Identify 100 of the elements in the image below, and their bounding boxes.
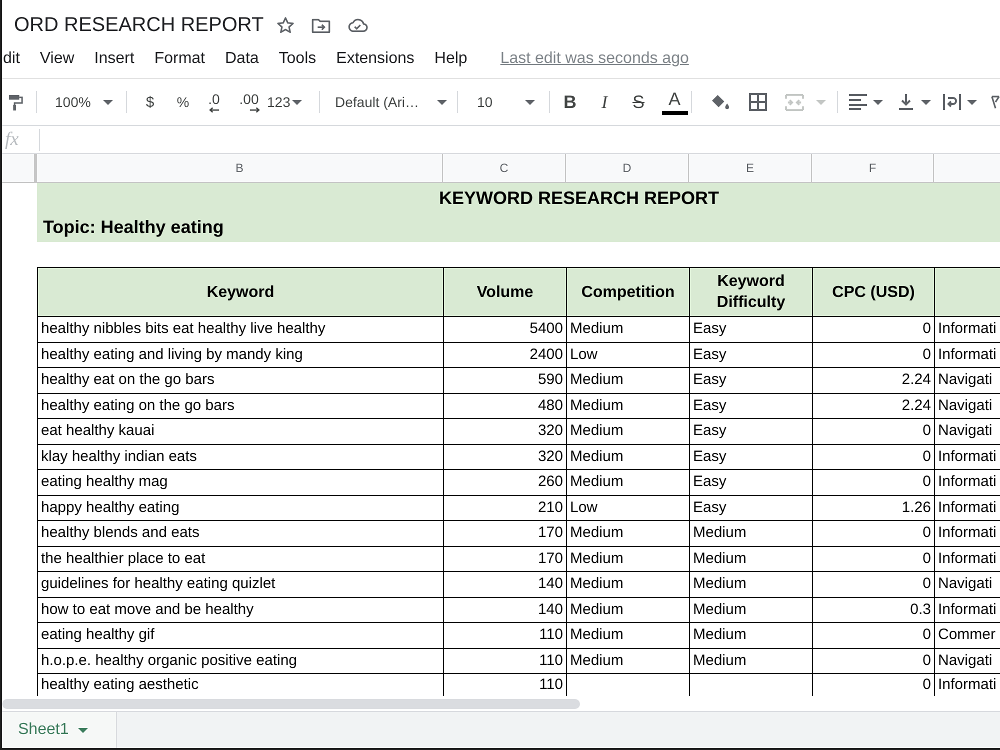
- column-letter[interactable]: C: [443, 154, 566, 182]
- table-cell: 0: [813, 648, 935, 674]
- document-title[interactable]: ORD RESEARCH REPORT: [14, 15, 264, 35]
- table-cell: Low: [567, 496, 690, 521]
- table-cell: 1.26: [813, 496, 935, 521]
- menu-item[interactable]: Extensions: [336, 51, 414, 67]
- last-edit-link[interactable]: Last edit was seconds ago: [500, 51, 689, 67]
- table-cell: Medium: [567, 368, 690, 394]
- menu-item[interactable]: Tools: [278, 51, 316, 67]
- table-cell: 320: [444, 419, 567, 444]
- menu-item[interactable]: Insert: [94, 51, 134, 67]
- table-cell: h.o.p.e. healthy organic positive eating: [38, 648, 444, 674]
- number-format-dropdown[interactable]: 123: [267, 95, 309, 109]
- table-cell: 0: [813, 470, 935, 496]
- table-cell: Medium: [567, 419, 690, 444]
- table-cell: 0: [813, 444, 935, 470]
- arrow-right-icon: [248, 106, 260, 112]
- table-cell: Medium: [690, 598, 813, 623]
- menu-item[interactable]: dit: [3, 51, 20, 67]
- report-topic: Topic: Healthy eating: [43, 216, 224, 238]
- table-cell: Navigati: [935, 572, 1000, 598]
- cloud-check-icon[interactable]: [346, 18, 368, 32]
- column-letter[interactable]: E: [689, 154, 812, 182]
- italic-button[interactable]: I: [596, 93, 613, 111]
- table-cell: Medium: [690, 648, 813, 674]
- increase-decimals-button[interactable]: .00: [235, 92, 263, 112]
- column-header: Volume: [444, 268, 567, 317]
- table-cell: Medium: [567, 623, 690, 648]
- table-cell: Easy: [690, 470, 813, 496]
- table-cell: Medium: [690, 572, 813, 598]
- table-cell: 0: [813, 317, 935, 342]
- percent-format-button[interactable]: %: [173, 95, 193, 109]
- table-cell: 0: [813, 521, 935, 546]
- zoom-dropdown[interactable]: 100%: [51, 95, 117, 109]
- paint-roller-icon[interactable]: [8, 94, 23, 110]
- arrow-left-icon: [208, 106, 220, 112]
- table-cell: Easy: [690, 317, 813, 342]
- table-cell: Medium: [567, 572, 690, 598]
- font-dropdown[interactable]: Default (Ari…: [335, 95, 449, 109]
- table-cell: healthy nibbles bits eat healthy live healthy: [38, 317, 444, 342]
- table-cell: Medium: [567, 444, 690, 470]
- font-size-dropdown[interactable]: 10: [471, 95, 541, 109]
- table-cell: Easy: [690, 342, 813, 368]
- table-cell: Commer: [935, 623, 1000, 648]
- column-letter[interactable]: B: [37, 154, 443, 182]
- table-cell: Medium: [690, 521, 813, 546]
- triangle-icon[interactable]: [991, 94, 1000, 110]
- table-cell: Informati: [935, 444, 1000, 470]
- table-cell: Navigati: [935, 368, 1000, 394]
- table-cell: Navigati: [935, 419, 1000, 444]
- sheet-tab[interactable]: Sheet1: [2, 712, 117, 748]
- align-left-icon[interactable]: [849, 94, 867, 110]
- table-cell: 0.3: [813, 598, 935, 623]
- table-cell: 480: [444, 394, 567, 419]
- fill-bucket-icon[interactable]: [710, 94, 731, 110]
- table-cell: how to eat move and be healthy: [38, 598, 444, 623]
- table-cell: 210: [444, 496, 567, 521]
- table-cell: Medium: [690, 623, 813, 648]
- table-cell: 2.24: [813, 394, 935, 419]
- star-icon[interactable]: [276, 16, 295, 34]
- text-color-button[interactable]: A: [661, 90, 688, 114]
- table-cell: 0: [813, 342, 935, 368]
- borders-icon[interactable]: [749, 93, 767, 111]
- folder-arrow-icon[interactable]: [310, 16, 331, 34]
- column-header: CPC (USD): [813, 268, 935, 317]
- table-cell: healthy eating and living by mandy king: [38, 342, 444, 368]
- scrollbar-thumb[interactable]: [2, 698, 580, 708]
- strikethrough-button[interactable]: S: [629, 93, 648, 111]
- column-letter[interactable]: D: [566, 154, 689, 182]
- table-cell: eating healthy mag: [38, 470, 444, 496]
- table-cell: 320: [444, 444, 567, 470]
- table-cell: happy healthy eating: [38, 496, 444, 521]
- text-wrap-icon[interactable]: [943, 93, 961, 111]
- table-cell: 140: [444, 572, 567, 598]
- table-cell: healthy eating on the go bars: [38, 394, 444, 419]
- caret-icon[interactable]: [873, 100, 883, 104]
- menu-item[interactable]: Data: [224, 51, 259, 67]
- table-cell: Informati: [935, 317, 1000, 342]
- table-cell: 110: [444, 623, 567, 648]
- menu-item[interactable]: Help: [434, 51, 468, 67]
- menu-item[interactable]: View: [40, 51, 74, 67]
- menu-item[interactable]: Format: [154, 51, 205, 67]
- table-cell: Navigati: [935, 648, 1000, 674]
- currency-format-button[interactable]: $: [141, 94, 159, 110]
- caret-icon[interactable]: [921, 100, 931, 104]
- table-cell: Low: [567, 342, 690, 368]
- formula-label: fx: [5, 130, 20, 149]
- table-cell: Medium: [567, 546, 690, 572]
- caret-icon[interactable]: [967, 100, 977, 104]
- bold-button[interactable]: B: [561, 93, 579, 111]
- table-cell: eat healthy kauai: [38, 419, 444, 444]
- table-cell: 0: [813, 623, 935, 648]
- align-bottom-icon[interactable]: [898, 94, 914, 110]
- table-cell: Informati: [935, 546, 1000, 572]
- column-letter[interactable]: F: [812, 154, 934, 182]
- decrease-decimals-button[interactable]: .0: [203, 92, 225, 112]
- table-cell: Medium: [567, 394, 690, 419]
- table-cell: Easy: [690, 444, 813, 470]
- table-cell: 170: [444, 546, 567, 572]
- column-header: Keyword: [38, 268, 444, 317]
